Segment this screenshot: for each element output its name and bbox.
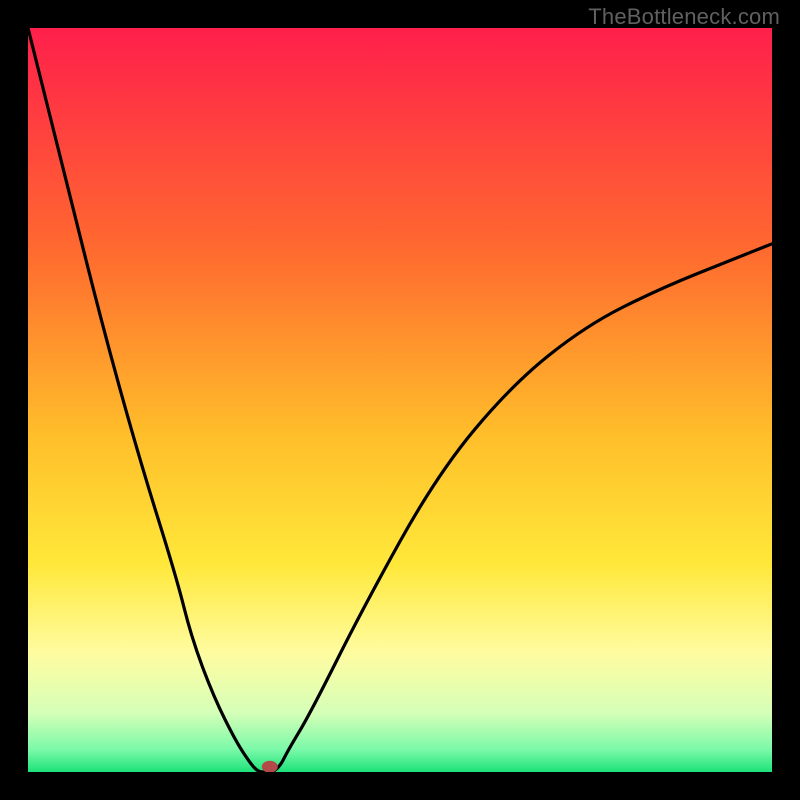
- chart-frame: TheBottleneck.com: [0, 0, 800, 800]
- plot-background: [28, 28, 772, 772]
- watermark-text: TheBottleneck.com: [588, 4, 780, 30]
- bottleneck-plot: [28, 28, 772, 772]
